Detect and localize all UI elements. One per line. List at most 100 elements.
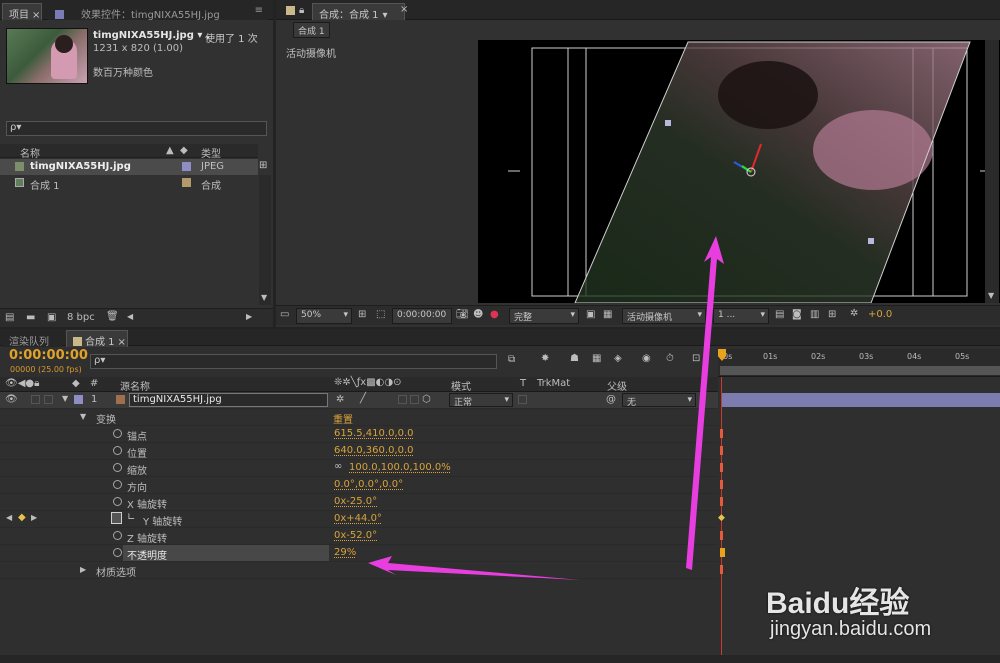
column-type[interactable]: 类型 [201, 145, 221, 160]
close-icon[interactable]: × [32, 10, 40, 21]
transparency-grid-icon[interactable]: ▦ [603, 309, 612, 320]
panel-menu-icon[interactable]: ▾ [383, 10, 388, 21]
viewer-canvas[interactable] [478, 40, 1000, 303]
material-options-row[interactable]: ▶ 材质选项 [0, 562, 718, 579]
av-features-icon[interactable]: 👁︎◀●🔒︎ [5, 378, 39, 389]
frame-blending-icon[interactable]: ▦ [592, 353, 601, 364]
work-area-bar[interactable] [720, 366, 1000, 375]
project-search-input[interactable]: ρ▾ [6, 121, 267, 136]
layer-handle[interactable] [868, 238, 874, 244]
stopwatch-icon[interactable] [113, 446, 122, 455]
viewer-scrollbar[interactable]: ▼ [985, 40, 999, 303]
close-icon[interactable]: × [118, 337, 126, 348]
column-number[interactable]: # [90, 378, 98, 389]
tab-composition[interactable]: 合成：合成 1 ▾ [312, 3, 405, 21]
panel-menu-icon[interactable]: ≡ [255, 5, 263, 16]
resolution-icon[interactable]: ⊞ [358, 309, 366, 320]
keyframe-diamond-icon[interactable]: ◆ [718, 513, 725, 523]
current-time-field[interactable]: 0:00:00:00 [392, 308, 452, 324]
switches-icon[interactable]: ❊✲╲ƒx▩◐◑⊙ [334, 377, 402, 388]
auto-keyframe-icon[interactable]: ⊡ [692, 353, 700, 364]
motion-blur-icon[interactable]: ◈ [614, 353, 622, 364]
new-folder-icon[interactable]: ▬ [26, 312, 35, 323]
property-row-anchor-point[interactable]: 锚点 615.5,410.0,0.0 [0, 426, 718, 443]
flowchart-icon[interactable]: ⊞ [259, 160, 267, 171]
property-value[interactable]: 640.0,360.0,0.0 [334, 445, 414, 456]
property-value[interactable]: 0x-25.0° [334, 496, 377, 507]
comp-mini-flowchart-icon[interactable]: ⧉ [508, 354, 515, 365]
keyframe-marker[interactable] [720, 565, 723, 574]
switch-box[interactable] [410, 395, 419, 404]
expand-triangle-icon[interactable]: ▼ [62, 394, 68, 403]
brainstorm-icon[interactable]: ⏱ [666, 353, 674, 364]
tab-project[interactable]: 项目 × [2, 3, 42, 21]
scroll-right-icon[interactable]: ▶ [246, 312, 252, 321]
add-keyframe-icon[interactable]: ◆ [18, 512, 26, 523]
lock-icon[interactable]: 🔒︎ [299, 5, 304, 16]
quality-dropdown[interactable]: 完整 ▾ [509, 308, 579, 324]
column-t[interactable]: T [520, 378, 526, 389]
keyframe-marker[interactable] [720, 429, 723, 438]
scroll-left-icon[interactable]: ◀ [127, 312, 133, 321]
tab-timeline-comp[interactable]: 合成 1 × [66, 330, 128, 348]
stopwatch-icon[interactable] [113, 531, 122, 540]
property-row-z-rotation[interactable]: Z 轴旋转 0x-52.0° [0, 528, 718, 545]
close-icon[interactable]: × [400, 4, 408, 15]
pickwhip-icon[interactable]: @ [606, 394, 616, 405]
reset-exposure-icon[interactable]: ✲ [850, 308, 858, 319]
property-row-y-rotation[interactable]: ◀ ◆ ▶ ∟ Y 轴旋转 0x+44.0° [0, 511, 718, 528]
property-row-opacity[interactable]: 不透明度 29% [0, 545, 718, 562]
stopwatch-icon[interactable] [113, 429, 122, 438]
fast-previews-icon[interactable]: ▣ [586, 309, 595, 320]
view-layout-dropdown[interactable]: 1 ... ▾ [713, 308, 769, 324]
timeline-search-input[interactable]: ρ▾ [90, 354, 497, 369]
time-ruler[interactable]: 0s 01s 02s 03s 04s 05s [718, 349, 1000, 377]
layer-duration-bar[interactable] [722, 393, 1000, 407]
column-mode[interactable]: 模式 [451, 378, 471, 393]
always-preview-icon[interactable]: ▭ [280, 309, 289, 320]
zoom-dropdown[interactable]: 50% ▾ [296, 308, 352, 324]
property-value[interactable]: 29% [334, 547, 356, 558]
graph-toggle-icon[interactable]: ∟ [127, 512, 135, 523]
shy-layers-icon[interactable]: ☗ [570, 353, 579, 364]
expand-triangle-icon[interactable]: ▼ [80, 412, 86, 421]
3d-layer-icon[interactable]: ⬡ [422, 394, 431, 405]
expand-triangle-icon[interactable]: ▶ [80, 565, 86, 574]
asset-name[interactable]: timgNIXA55HJ.jpg ▾ , [93, 30, 210, 41]
render-icon[interactable]: ◙ [792, 309, 802, 320]
keyframe-marker[interactable] [720, 463, 723, 472]
stopwatch-icon[interactable] [113, 548, 122, 557]
keyframe-marker[interactable] [720, 548, 725, 557]
layer-handle[interactable] [665, 120, 671, 126]
stopwatch-active-icon[interactable] [111, 512, 122, 524]
layer-name-field[interactable]: timgNIXA55HJ.jpg [129, 393, 328, 407]
graph-editor-icon[interactable]: ◉ [642, 353, 651, 364]
trkmat-box[interactable] [518, 395, 527, 404]
current-time-display[interactable]: 0:00:00:00 [9, 348, 88, 363]
bpc-label[interactable]: 8 bpc [67, 312, 95, 323]
reset-link[interactable]: 重置 [333, 411, 353, 426]
column-trkmat[interactable]: TrkMat [537, 378, 570, 389]
exposure-value[interactable]: +0.0 [868, 309, 892, 320]
label-tag-icon[interactable]: ◆ [180, 145, 188, 156]
label-tag-icon[interactable]: ◆ [72, 378, 80, 389]
tab-render-queue[interactable]: 渲染队列 [2, 330, 62, 348]
property-value[interactable]: 0x+44.0° [334, 513, 382, 524]
comp-flow-tab[interactable]: 合成 1 [293, 22, 330, 38]
property-value[interactable]: 100.0,100.0,100.0% [349, 462, 451, 473]
layer-label-swatch[interactable] [74, 395, 83, 404]
project-scrollbar[interactable]: ▼ [259, 175, 271, 305]
next-keyframe-icon[interactable]: ▶ [31, 513, 37, 522]
transform-group-row[interactable]: ▼ 变换 重置 [0, 409, 718, 426]
column-name[interactable]: 名称 [20, 145, 40, 160]
visibility-icon[interactable]: 👁︎ [5, 394, 18, 405]
keyframe-marker[interactable] [720, 497, 723, 506]
trash-icon[interactable]: 🗑 [106, 311, 119, 322]
property-row-scale[interactable]: 缩放 ∞ 100.0,100.0,100.0% [0, 460, 718, 477]
keyframe-marker[interactable] [720, 446, 723, 455]
tab-effect-controls[interactable]: 效果控件：timgNIXA55HJ.jpg ≡ [48, 3, 268, 21]
property-value[interactable]: 0x-52.0° [334, 530, 377, 541]
stopwatch-icon[interactable] [113, 480, 122, 489]
audio-toggle[interactable] [31, 395, 40, 404]
scroll-down-icon[interactable]: ▼ [261, 293, 267, 302]
